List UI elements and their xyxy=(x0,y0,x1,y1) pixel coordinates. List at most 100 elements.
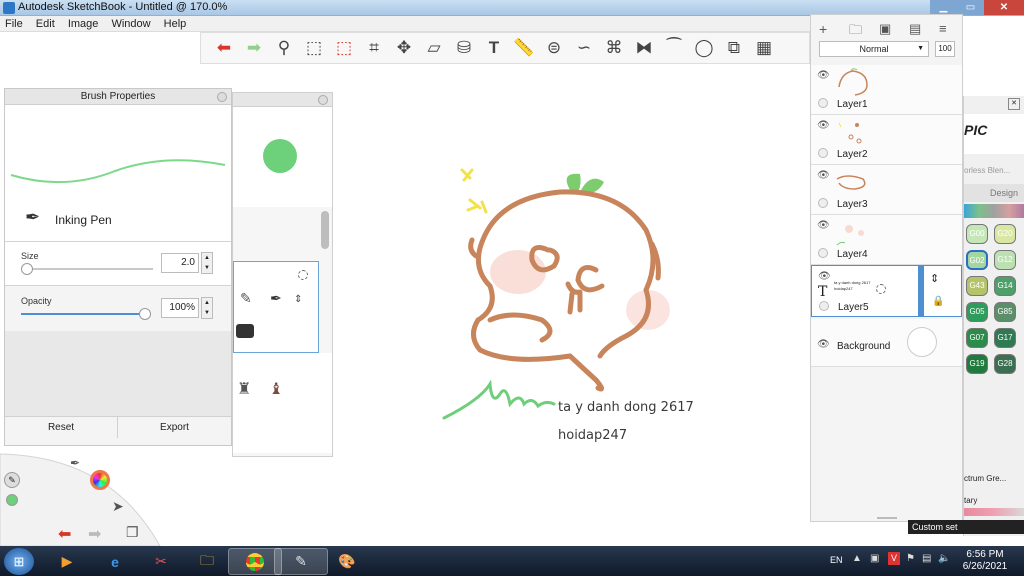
maximize-button[interactable]: ▭ xyxy=(957,0,984,15)
layer-row-background[interactable]: 👁 Background xyxy=(811,319,962,367)
copic-swatch-g00[interactable]: G00 xyxy=(966,224,988,244)
paint-brush-icon[interactable]: ♝ xyxy=(269,379,283,399)
copic-swatch-g14[interactable]: G14 xyxy=(994,276,1016,296)
zoom-icon[interactable]: ⚲ xyxy=(269,34,299,62)
undo-icon[interactable]: ⬅ xyxy=(209,34,239,62)
lagoon-redo-icon[interactable]: ➡ xyxy=(88,524,101,544)
taskbar-file-explorer-icon[interactable]: 🗀 xyxy=(180,548,234,575)
copic-icon[interactable]: ▦ xyxy=(749,34,779,62)
minimize-button[interactable]: ▁ xyxy=(930,0,957,15)
visibility-eye-icon[interactable]: 👁 xyxy=(817,70,830,81)
copic-swatch-g85[interactable]: G85 xyxy=(994,302,1016,322)
design-tab[interactable]: Design xyxy=(964,184,1024,202)
rect-select-icon[interactable]: ⬚ xyxy=(299,34,329,62)
taskbar-paint-icon[interactable]: 🎨 xyxy=(320,548,374,575)
layer-lock-icon[interactable]: 🔒 xyxy=(932,296,944,307)
panel-resize-handle[interactable] xyxy=(877,517,897,519)
background-color-swatch[interactable] xyxy=(907,327,937,357)
layer-row-5-selected[interactable]: 👁 T ta y danh dong 2617 hoidap247 Layer5… xyxy=(811,265,962,317)
lagoon-pen-icon[interactable]: ✒ xyxy=(70,456,80,470)
tray-volume-icon[interactable]: 🔈 xyxy=(938,553,950,564)
add-group-icon[interactable]: 🗀 xyxy=(849,21,862,43)
menu-help[interactable]: Help xyxy=(159,16,192,32)
color-wheel-icon[interactable] xyxy=(90,470,110,490)
ruler-icon[interactable]: 📏 xyxy=(509,34,539,62)
brush-properties-close-button[interactable] xyxy=(217,92,227,102)
visibility-eye-icon[interactable]: 👁 xyxy=(817,220,830,231)
copic-swatch-g28[interactable]: G28 xyxy=(994,354,1016,374)
color-set-strip[interactable] xyxy=(964,508,1024,516)
layer-lock-radio[interactable] xyxy=(818,148,828,158)
pencil-brush-icon[interactable]: ✎ xyxy=(240,290,252,307)
copic-swatch-g17[interactable]: G17 xyxy=(994,328,1016,348)
layer-lock-radio[interactable] xyxy=(819,301,829,311)
layer-menu-icon[interactable]: ≡ xyxy=(939,21,947,36)
shape-icon[interactable]: ⧉ xyxy=(719,34,749,62)
copic-close-button[interactable]: ✕ xyxy=(1008,98,1020,110)
language-indicator[interactable]: EN xyxy=(830,555,843,565)
size-input[interactable]: 2.0 xyxy=(161,253,199,273)
blend-mode-select[interactable]: Normal ▼ xyxy=(819,41,929,57)
french-curve-icon[interactable]: ∽ xyxy=(569,34,599,62)
marker-brush-icon[interactable] xyxy=(236,324,254,338)
text-icon[interactable]: T xyxy=(479,34,509,62)
custom-set-button[interactable]: Custom set xyxy=(908,520,1024,534)
visibility-eye-icon[interactable]: 👁 xyxy=(817,170,830,181)
visibility-eye-icon[interactable]: 👁 xyxy=(818,271,831,282)
current-color-swatch[interactable] xyxy=(263,139,297,173)
layer-row-2[interactable]: 👁 Layer2 xyxy=(811,115,962,165)
canvas-drawing[interactable] xyxy=(420,160,720,460)
brush-puck-icon[interactable]: ✎ xyxy=(4,472,20,488)
layer-row-4[interactable]: 👁 Layer4 xyxy=(811,215,962,265)
copic-swatch-g12[interactable]: G12 xyxy=(994,250,1016,270)
canvas-text-line-1[interactable]: ta y danh dong 2617 xyxy=(558,400,694,415)
perspective-icon[interactable]: ⌘ xyxy=(599,34,629,62)
opacity-input[interactable]: 100% xyxy=(161,298,199,318)
copic-swatch-g19[interactable]: G19 xyxy=(966,354,988,374)
copic-swatch-g07[interactable]: G07 xyxy=(966,328,988,348)
menu-file[interactable]: File xyxy=(0,16,28,32)
layer-row-3[interactable]: 👁 Layer3 xyxy=(811,165,962,215)
reset-button[interactable]: Reset xyxy=(5,416,118,438)
layer-reorder-icon[interactable]: ⇕ xyxy=(930,272,939,285)
add-layer-icon[interactable]: + xyxy=(819,21,827,37)
taskbar-clock[interactable]: 6:56 PM 6/26/2021 xyxy=(950,549,1020,573)
tray-flag-icon[interactable]: ⚑ xyxy=(906,553,915,564)
airbrush-icon[interactable]: ♜ xyxy=(237,379,251,399)
layer-lock-radio[interactable] xyxy=(818,248,828,258)
lagoon-undo-icon[interactable]: ⬅ xyxy=(58,524,71,544)
size-slider-knob[interactable] xyxy=(21,263,33,275)
copic-swatch-g05[interactable]: G05 xyxy=(966,302,988,322)
circle-icon[interactable]: ◯ xyxy=(689,34,719,62)
copic-swatch-g20[interactable]: G20 xyxy=(994,224,1016,244)
add-image-icon[interactable]: ▣ xyxy=(879,21,891,37)
layer-row-1[interactable]: 👁 Layer1 xyxy=(811,65,962,115)
ink-pen-brush-icon[interactable]: ✒ xyxy=(270,290,282,307)
reorder-arrows-icon[interactable]: ⇕ xyxy=(294,294,302,305)
opacity-stepper[interactable]: ▲ ▼ xyxy=(201,297,213,319)
color-family-strip[interactable] xyxy=(964,204,1024,218)
size-slider-track[interactable] xyxy=(27,268,153,270)
redo-icon[interactable]: ➡ xyxy=(239,34,269,62)
menu-edit[interactable]: Edit xyxy=(31,16,60,32)
crop-icon[interactable]: ⌗ xyxy=(359,34,389,62)
menu-window[interactable]: Window xyxy=(106,16,155,32)
opacity-slider-track[interactable] xyxy=(21,313,147,315)
brush-library-scrollbar[interactable] xyxy=(321,211,329,249)
stroke-icon[interactable]: ⁀ xyxy=(659,34,689,62)
copic-swatch-g02[interactable]: G02 xyxy=(966,250,988,270)
taskbar-media-player-icon[interactable]: ▶ xyxy=(40,548,94,575)
fill-icon[interactable]: ⛁ xyxy=(449,34,479,62)
layer-trash-icon[interactable]: ▤ xyxy=(909,21,921,37)
brush-set-selected[interactable]: ✎ ✒ ⇕ xyxy=(233,261,319,353)
opacity-slider-knob[interactable] xyxy=(139,308,151,320)
close-button[interactable]: ✕ xyxy=(984,0,1024,15)
layer-lock-radio[interactable] xyxy=(818,198,828,208)
brush-library-close-button[interactable] xyxy=(318,95,328,105)
copic-swatch-g43[interactable]: G43 xyxy=(966,276,988,296)
visibility-eye-icon[interactable]: 👁 xyxy=(817,120,830,131)
symmetry-icon[interactable]: ⧓ xyxy=(629,34,659,62)
canvas-text-line-2[interactable]: hoidap247 xyxy=(558,428,627,443)
tray-arrow-icon[interactable]: ▲ xyxy=(852,553,862,564)
select-arrow-icon[interactable]: ➤ xyxy=(112,498,124,515)
